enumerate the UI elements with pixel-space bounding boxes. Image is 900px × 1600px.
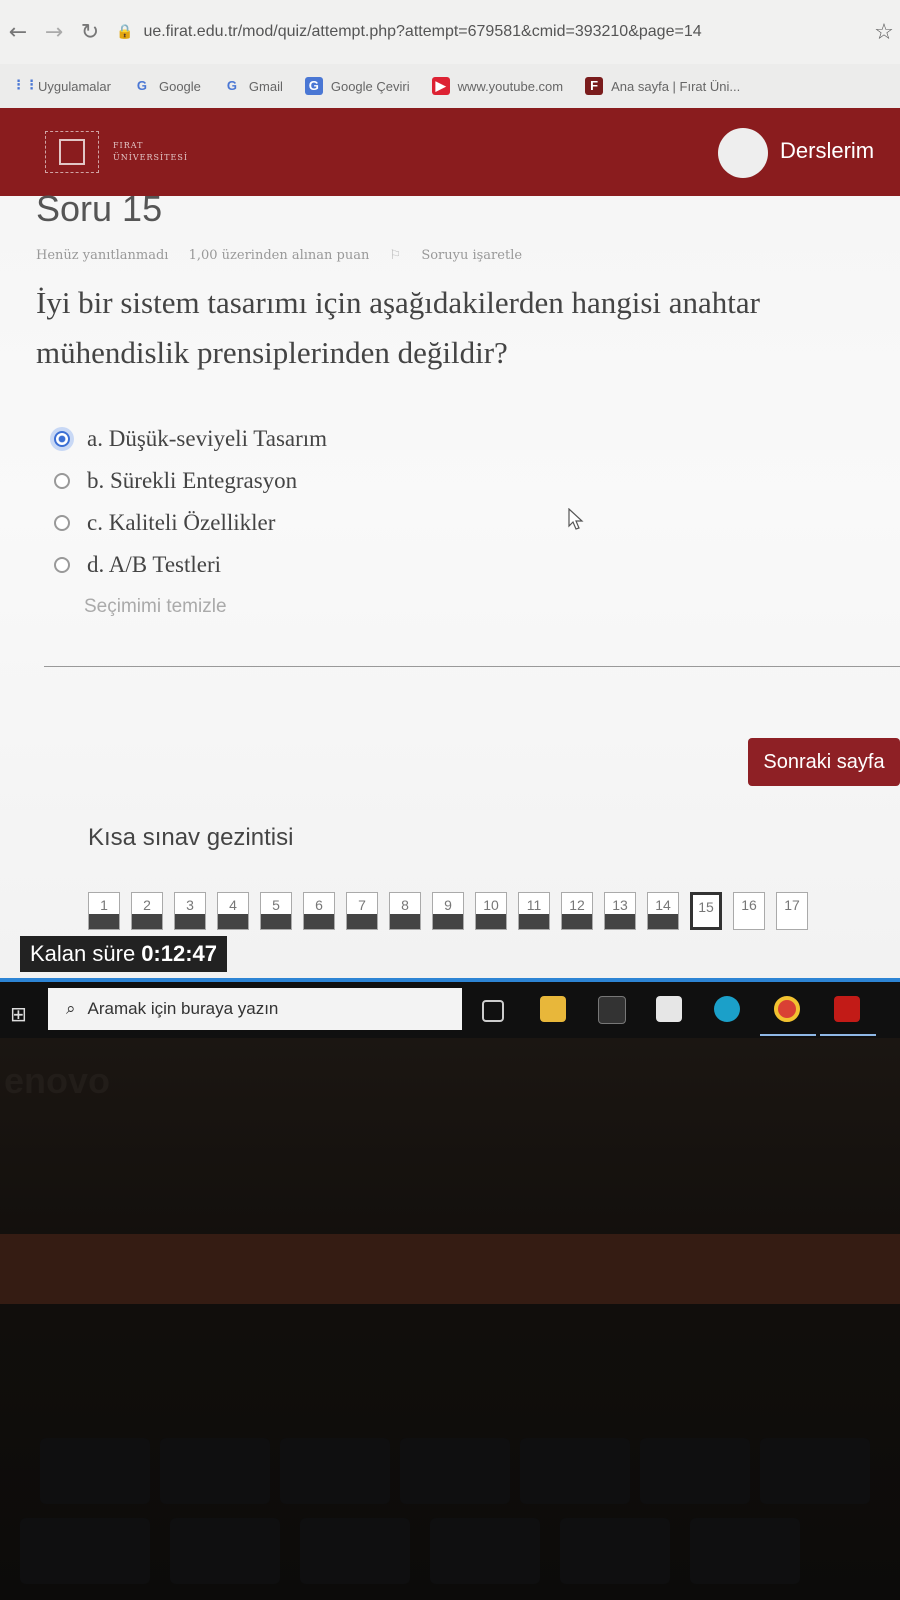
question-info: Henüz yanıtlanmadı 1,00 üzerinden alınan… — [36, 248, 554, 263]
quiz-nav-button-2[interactable]: 2 — [131, 892, 163, 930]
edge-browser-icon[interactable] — [714, 996, 740, 1022]
keyboard-key — [520, 1438, 630, 1504]
search-icon: ⌕ — [66, 999, 76, 1019]
quiz-navigation-title: Kısa sınav gezintisi — [88, 824, 294, 851]
bookmark-translate[interactable]: G Google Çeviri — [304, 77, 410, 95]
bookmark-star-icon[interactable]: ☆ — [868, 20, 900, 45]
quiz-nav-button-6[interactable]: 6 — [303, 892, 335, 930]
site-header: FIRAT ÜNİVERSİTESİ Derslerim — [0, 108, 900, 196]
back-arrow-icon[interactable]: ← — [0, 20, 36, 45]
quiz-nav-button-4[interactable]: 4 — [217, 892, 249, 930]
laptop-brand-logo: enovo — [4, 1060, 111, 1101]
chrome-browser-icon[interactable] — [774, 996, 800, 1022]
avatar[interactable] — [718, 128, 768, 178]
keyboard-key — [760, 1438, 870, 1504]
radio-button-selected[interactable] — [54, 431, 70, 447]
question-text: İyi bir sistem tasarımı için aşağıdakile… — [36, 285, 760, 370]
university-favicon-icon: F — [585, 77, 604, 95]
file-explorer-icon[interactable] — [540, 996, 566, 1022]
logo-text: FIRAT ÜNİVERSİTESİ — [113, 141, 188, 162]
flag-question-link[interactable]: ⚐ Soruyu işaretle — [390, 248, 539, 263]
acrobat-pdf-icon[interactable] — [834, 996, 860, 1022]
quiz-nav-button-7[interactable]: 7 — [346, 892, 378, 930]
radio-button[interactable] — [54, 515, 70, 531]
quiz-nav-button-11[interactable]: 11 — [518, 892, 550, 930]
keyboard-key — [640, 1438, 750, 1504]
quiz-nav-button-10[interactable]: 10 — [475, 892, 507, 930]
quiz-nav-button-5[interactable]: 5 — [260, 892, 292, 930]
bookmark-google[interactable]: G Google — [133, 77, 201, 95]
google-icon: G — [226, 78, 237, 93]
quiz-nav-button-1[interactable]: 1 — [88, 892, 120, 930]
quiz-navigation-grid: 1 2 3 4 5 6 7 8 9 10 11 12 13 14 15 16 1… — [88, 892, 819, 930]
answer-option-c[interactable]: c. Kaliteli Özellikler — [48, 502, 327, 544]
answer-option-b[interactable]: b. Sürekli Entegrasyon — [48, 460, 327, 502]
divider — [44, 666, 900, 667]
keyboard-key — [160, 1438, 270, 1504]
radio-button[interactable] — [54, 473, 70, 489]
next-page-button[interactable]: Sonraki sayfa — [748, 738, 900, 786]
logo-emblem-icon — [59, 139, 85, 165]
windows-taskbar: ⊞ ⌕ Aramak için buraya yazın — [0, 978, 900, 1042]
laptop-hinge-strip — [0, 1234, 900, 1304]
translate-icon: G — [304, 77, 323, 95]
terminal-icon[interactable] — [598, 996, 626, 1024]
apps-grid-icon: ⋮⋮ — [12, 78, 38, 93]
keyboard-key — [280, 1438, 390, 1504]
task-view-icon[interactable] — [482, 1000, 504, 1022]
answer-option-d[interactable]: d. A/B Testleri — [48, 544, 327, 586]
bookmark-apps[interactable]: ⋮⋮ Uygulamalar — [12, 77, 111, 95]
quiz-nav-button-13[interactable]: 13 — [604, 892, 636, 930]
quiz-nav-button-3[interactable]: 3 — [174, 892, 206, 930]
bookmarks-bar: ⋮⋮ Uygulamalar G Google G Gmail G Google Çev… — [0, 64, 900, 109]
reload-icon[interactable]: ↻ — [72, 20, 108, 45]
quiz-content: Soru 15 Henüz yanıtlanmadı 1,00 üzerinde… — [0, 188, 900, 978]
forward-arrow-icon[interactable]: → — [36, 20, 72, 45]
google-icon: G — [136, 78, 148, 93]
active-app-indicator — [760, 1034, 816, 1036]
quiz-nav-button-14[interactable]: 14 — [647, 892, 679, 930]
university-logo[interactable] — [45, 131, 99, 173]
lock-icon: 🔒 — [116, 24, 134, 40]
laptop-body: enovo — [0, 1038, 900, 1600]
keyboard-key — [400, 1438, 510, 1504]
quiz-nav-button-16[interactable]: 16 — [733, 892, 765, 930]
active-app-indicator — [820, 1034, 876, 1036]
youtube-icon: ▶ — [431, 77, 450, 95]
answer-option-a[interactable]: a. Düşük-seviyeli Tasarım — [48, 418, 327, 460]
quiz-nav-button-17[interactable]: 17 — [776, 892, 808, 930]
taskbar-search-box[interactable]: ⌕ Aramak için buraya yazın — [48, 988, 462, 1030]
browser-toolbar: ← → ↻ 🔒 ue.firat.edu.tr/mod/quiz/attempt… — [0, 0, 900, 64]
keyboard-key — [20, 1518, 150, 1584]
keyboard-key — [40, 1438, 150, 1504]
question-status: Henüz yanıtlanmadı — [36, 248, 169, 263]
address-bar[interactable]: 🔒 ue.firat.edu.tr/mod/quiz/attempt.php?a… — [116, 12, 862, 52]
bookmark-youtube[interactable]: ▶ www.youtube.com — [431, 77, 563, 95]
quiz-nav-button-9[interactable]: 9 — [432, 892, 464, 930]
url-text: ue.firat.edu.tr/mod/quiz/attempt.php?att… — [143, 23, 702, 40]
quiz-nav-button-8[interactable]: 8 — [389, 892, 421, 930]
answer-list: a. Düşük-seviyeli Tasarım b. Sürekli Ent… — [48, 418, 327, 586]
store-icon[interactable] — [656, 996, 682, 1022]
bookmark-gmail[interactable]: G Gmail — [223, 77, 283, 95]
derslerim-menu[interactable]: Derslerim — [780, 138, 874, 164]
keyboard-key — [430, 1518, 540, 1584]
clear-choice-link[interactable]: Seçimimi temizle — [84, 596, 227, 618]
keyboard-key — [300, 1518, 410, 1584]
quiz-nav-button-12[interactable]: 12 — [561, 892, 593, 930]
keyboard-key — [560, 1518, 670, 1584]
keyboard-key — [170, 1518, 280, 1584]
question-title: Soru 15 — [36, 188, 163, 229]
question-grade: 1,00 üzerinden alınan puan — [188, 248, 370, 263]
keyboard-key — [690, 1518, 800, 1584]
radio-button[interactable] — [54, 557, 70, 573]
mouse-cursor-icon — [568, 507, 584, 535]
bookmark-firat[interactable]: F Ana sayfa | Fırat Üni... — [585, 77, 740, 95]
flag-icon: ⚐ — [389, 248, 402, 263]
time-remaining: Kalan süre 0:12:47 — [20, 936, 228, 972]
windows-start-icon[interactable]: ⊞ — [10, 1002, 27, 1026]
quiz-nav-button-15[interactable]: 15 — [690, 892, 722, 930]
